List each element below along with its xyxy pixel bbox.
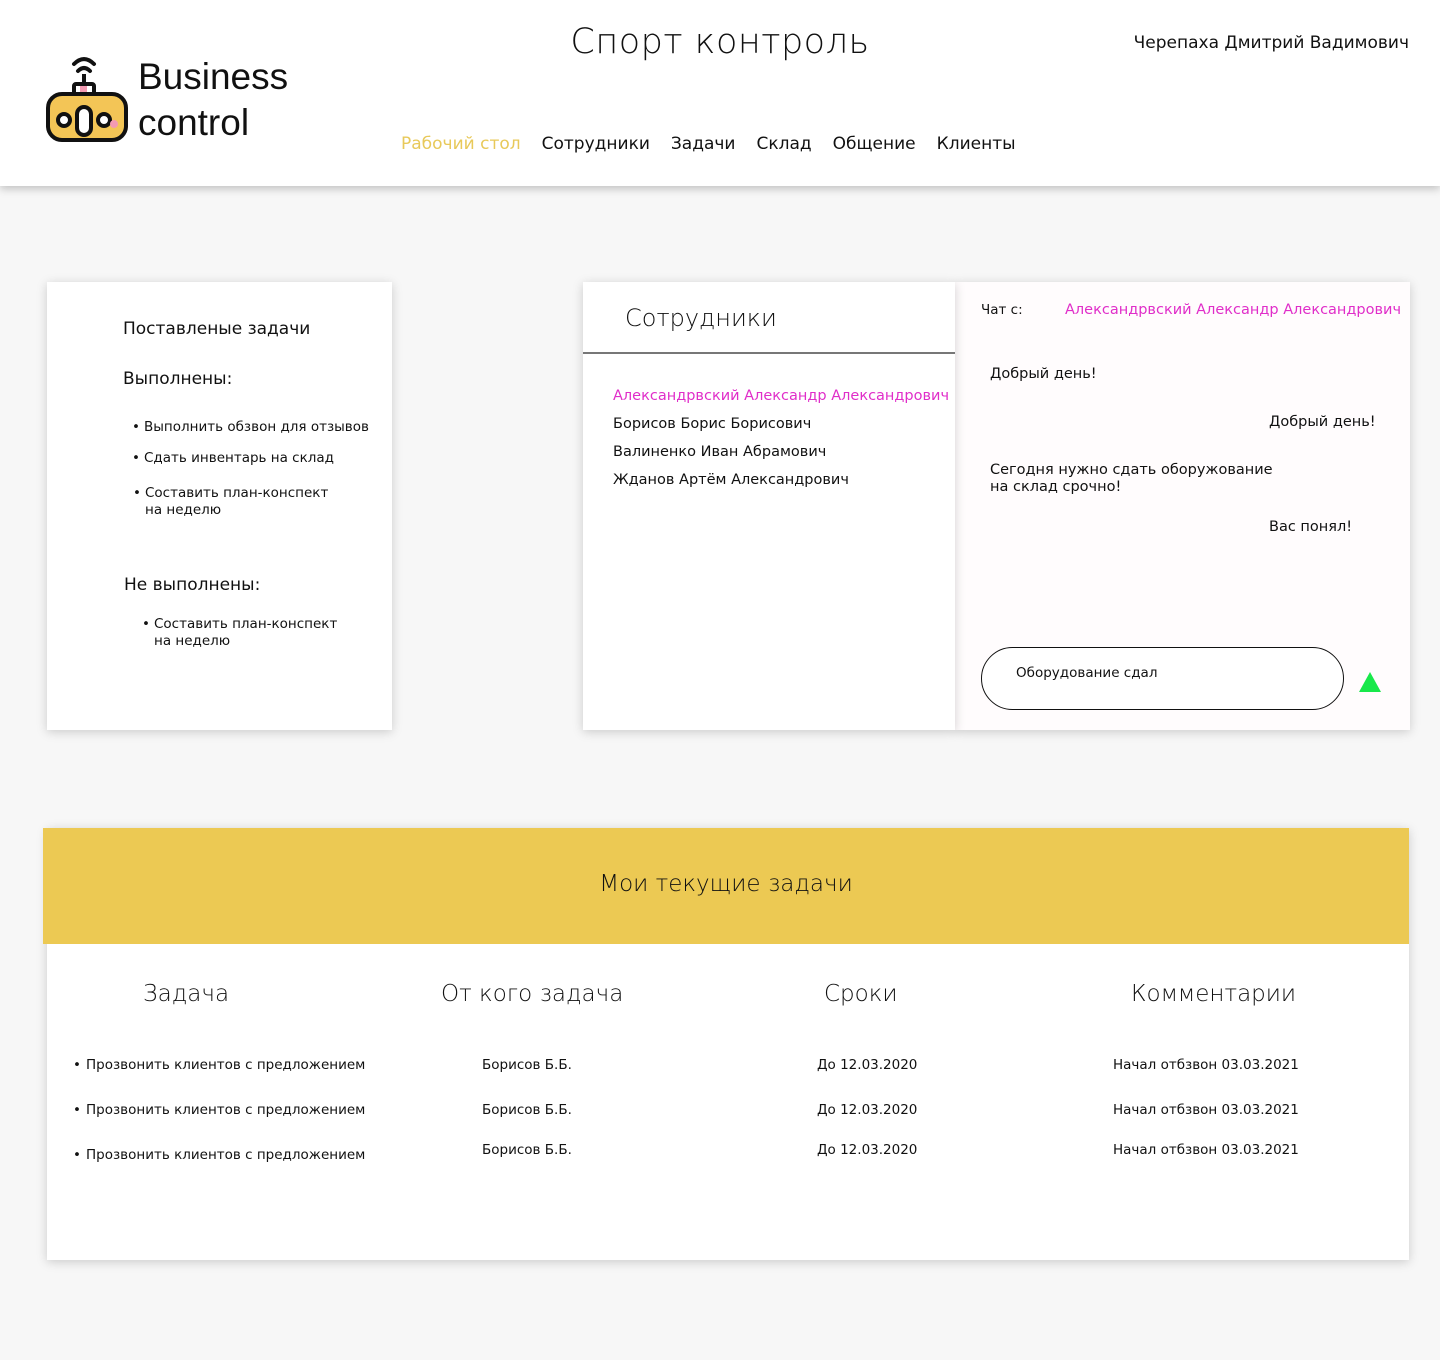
current-tasks-title: Мои текущие задачи: [599, 871, 853, 897]
outgoing-message: Добрый день!: [1269, 414, 1376, 430]
nav-item-clients[interactable]: Клиенты: [937, 134, 1016, 154]
current-tasks-banner: Мои текущие задачи: [43, 828, 1409, 944]
column-header-deadline: Сроки: [824, 981, 898, 1007]
assigned-tasks-panel: Поставленые задачи Выполнены: • Выполнит…: [47, 282, 392, 730]
brand-name: Business control: [138, 54, 288, 146]
message-input-box[interactable]: [981, 647, 1344, 710]
done-task-item: • Составить план-конспект на неделю: [133, 485, 329, 519]
nav-item-desktop[interactable]: Рабочий стол: [401, 134, 521, 154]
employees-title: Сотрудники: [625, 304, 777, 332]
main-nav: Рабочий стол Сотрудники Задачи Склад Общ…: [401, 134, 1016, 154]
message-input[interactable]: [1016, 662, 1316, 684]
task-cell[interactable]: • Прозвонить клиентов с предложением: [73, 1147, 366, 1163]
employees-title-bar: Сотрудники: [583, 282, 955, 354]
comment-cell: Начал отбзвон 03.03.2021: [1113, 1057, 1299, 1073]
nav-item-tasks[interactable]: Задачи: [671, 134, 736, 154]
task-text: Прозвонить клиентов с предложением: [86, 1057, 366, 1073]
app-header: Business control Спорт контроль Черепаха…: [0, 0, 1440, 186]
incoming-message: Сегодня нужно сдать оборужование на скла…: [990, 462, 1273, 495]
employee-item[interactable]: Александрвский Александр Александрович: [613, 382, 949, 410]
assigned-tasks-title: Поставленые задачи: [123, 319, 311, 339]
not-done-task-item: • Составить план-конспект на неделю: [142, 616, 338, 650]
from-cell: Борисов Б.Б.: [482, 1142, 572, 1158]
employee-item[interactable]: Жданов Артём Александрович: [613, 466, 949, 494]
current-tasks-panel: Мои текущие задачи Задача От кого задача…: [43, 828, 1409, 1260]
done-task-text: Выполнить обзвон для отзывов: [144, 419, 369, 435]
comment-cell: Начал отбзвон 03.03.2021: [1113, 1142, 1299, 1158]
nav-item-warehouse[interactable]: Склад: [756, 134, 811, 154]
from-cell: Борисов Б.Б.: [482, 1057, 572, 1073]
not-done-heading: Не выполнены:: [124, 575, 261, 595]
employees-list: Александрвский Александр Александрович Б…: [613, 382, 949, 494]
bullet: •: [142, 616, 150, 632]
user-name[interactable]: Черепаха Дмитрий Вадимович: [1134, 33, 1409, 53]
done-task-text: Сдать инвентарь на склад: [144, 450, 334, 466]
deadline-cell: До 12.03.2020: [817, 1102, 918, 1118]
incoming-message: Добрый день!: [990, 366, 1097, 382]
from-cell: Борисов Б.Б.: [482, 1102, 572, 1118]
employee-item[interactable]: Валиненко Иван Абрамович: [613, 438, 949, 466]
bullet: •: [73, 1147, 81, 1163]
bullet: •: [73, 1102, 81, 1118]
comment-cell: Начал отбзвон 03.03.2021: [1113, 1102, 1299, 1118]
nav-item-employees[interactable]: Сотрудники: [542, 134, 650, 154]
column-header-from: От кого задача: [441, 981, 624, 1007]
done-task-text: Составить план-конспект на неделю: [145, 485, 329, 518]
not-done-task-text: Составить план-конспект на неделю: [154, 616, 338, 649]
bullet: •: [133, 485, 141, 501]
deadline-cell: До 12.03.2020: [817, 1057, 918, 1073]
chat-panel: Чат с: Александрвский Александр Александ…: [955, 282, 1410, 730]
outgoing-message: Вас понял!: [1269, 519, 1353, 535]
task-cell[interactable]: • Прозвонить клиентов с предложением: [73, 1102, 366, 1118]
employee-item[interactable]: Борисов Борис Борисович: [613, 410, 949, 438]
bullet: •: [73, 1057, 81, 1073]
task-cell[interactable]: • Прозвонить клиентов с предложением: [73, 1057, 366, 1073]
done-task-item: • Выполнить обзвон для отзывов: [132, 419, 369, 436]
employees-panel: Сотрудники Александрвский Александр Алек…: [583, 282, 955, 730]
bullet: •: [132, 450, 140, 466]
brand-line-2: control: [138, 102, 250, 143]
column-header-task: Задача: [143, 981, 230, 1007]
task-text: Прозвонить клиентов с предложением: [86, 1147, 366, 1163]
done-task-item: • Сдать инвентарь на склад: [132, 450, 334, 467]
chat-with-label: Чат с:: [981, 302, 1023, 318]
nav-item-communication[interactable]: Общение: [833, 134, 916, 154]
chat-with-name[interactable]: Александрвский Александр Александрович: [1065, 302, 1401, 318]
task-text: Прозвонить клиентов с предложением: [86, 1102, 366, 1118]
send-triangle-icon[interactable]: [1359, 672, 1381, 692]
robot-controller-icon[interactable]: [44, 50, 134, 146]
column-header-comments: Комментарии: [1131, 981, 1297, 1007]
done-heading: Выполнены:: [123, 369, 233, 389]
bullet: •: [132, 419, 140, 435]
deadline-cell: До 12.03.2020: [817, 1142, 918, 1158]
